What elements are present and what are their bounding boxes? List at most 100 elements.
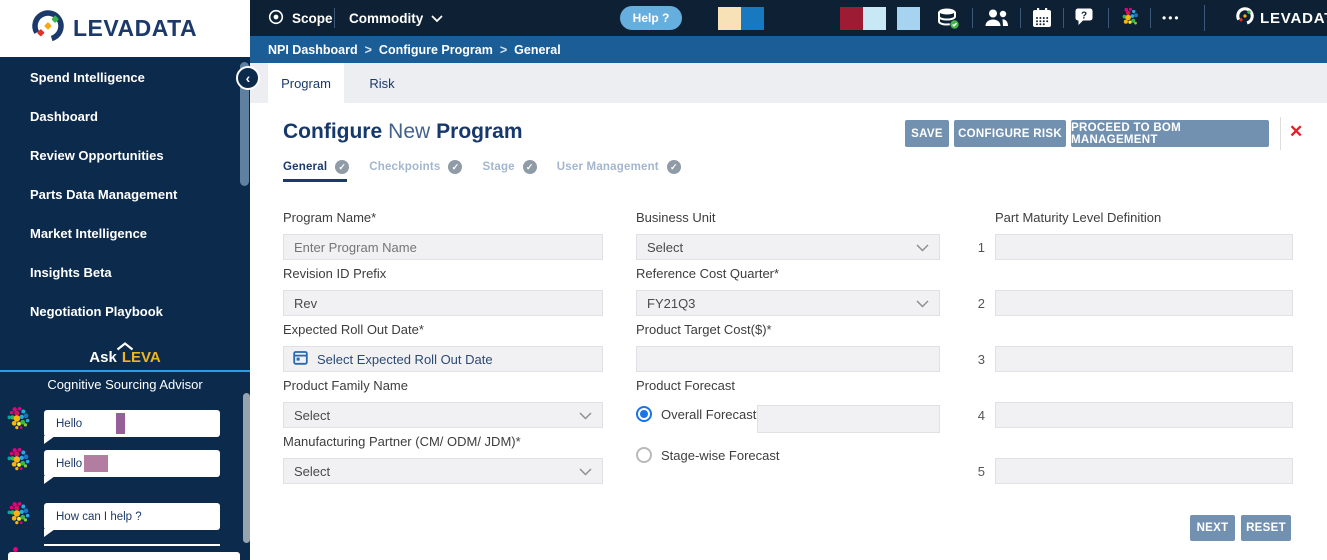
maturity-row-number: 1 [977, 240, 985, 255]
chat-message-bubble: Hello [44, 450, 220, 484]
sidebar-item-parts-data-management[interactable]: Parts Data Management [30, 187, 177, 202]
business-unit-select[interactable]: Select [636, 234, 940, 260]
close-icon[interactable]: ✕ [1289, 122, 1303, 142]
product-family-name-select[interactable]: Select [283, 402, 603, 428]
maturity-level-3-input[interactable] [996, 347, 1292, 371]
overall-forecast-label: Overall Forecast* [661, 406, 762, 422]
tab-program[interactable]: Program [268, 63, 344, 103]
theme-swatch-crimson[interactable] [840, 7, 863, 30]
calendar-icon[interactable] [1031, 7, 1053, 29]
title-new: New [388, 120, 431, 143]
ask-label: Ask [89, 349, 117, 366]
maturity-level-5-wrap [995, 458, 1293, 484]
levadata-logo-icon [30, 8, 66, 49]
sidebar-item-negotiation-playbook[interactable]: Negotiation Playbook [30, 304, 163, 319]
sidebar-collapse-button[interactable]: ‹ [236, 66, 260, 90]
brand-logo[interactable]: LEVADATA [0, 0, 250, 58]
product-family-name-label: Product Family Name [283, 378, 408, 393]
stage-wise-forecast-label: Stage-wise Forecast [661, 447, 780, 463]
maturity-level-4-wrap [995, 402, 1293, 428]
check-circle-icon: ✓ [522, 160, 537, 174]
breadcrumb-general[interactable]: General [514, 43, 561, 57]
manufacturing-partner-select[interactable]: Select [283, 458, 603, 484]
chat-message-text: Hello [56, 457, 83, 470]
sidebar-item-market-intelligence[interactable]: Market Intelligence [30, 226, 147, 241]
page-title: Configure New Program [283, 120, 523, 144]
product-target-cost-field-wrap [636, 346, 940, 372]
partial-chat-bubble [44, 544, 220, 546]
bubble-tail [44, 436, 55, 444]
program-name-field-wrap [283, 234, 603, 260]
leva-avatar-icon [5, 405, 33, 438]
theme-swatch-blue[interactable] [741, 7, 764, 30]
maturity-level-5-input[interactable] [996, 459, 1292, 483]
reset-button[interactable]: RESET [1241, 515, 1291, 541]
sidebar-item-spend-intelligence[interactable]: Spend Intelligence [30, 70, 145, 85]
scope-button[interactable]: Scope [268, 0, 333, 36]
stage-wise-forecast-option[interactable]: Stage-wise Forecast [636, 447, 940, 463]
topbar: Scope Commodity Help ? ? ••• LEVADA [250, 0, 1327, 36]
select-value: Select [294, 407, 331, 423]
topbar-brand-logo: LEVADATA [1235, 0, 1327, 36]
database-status-icon[interactable] [936, 7, 960, 29]
breadcrumb-npi-dashboard[interactable]: NPI Dashboard [268, 43, 358, 57]
expected-roll-out-date-label: Expected Roll Out Date* [283, 322, 424, 337]
step-stage[interactable]: Stage ✓ [482, 160, 537, 174]
proceed-to-bom-management-button[interactable]: PROCEED TO BOM MANAGEMENT [1071, 120, 1269, 147]
divider [1020, 8, 1021, 28]
scope-label: Scope [292, 10, 333, 26]
maturity-level-3-wrap [995, 346, 1293, 372]
sidebar-item-dashboard[interactable]: Dashboard [30, 109, 98, 124]
maturity-level-2-input[interactable] [996, 291, 1292, 315]
chat-input[interactable] [8, 552, 240, 560]
step-label: General [283, 161, 328, 173]
reference-cost-quarter-select[interactable]: FY21Q3 [636, 290, 940, 316]
program-name-input[interactable] [284, 235, 602, 259]
tab-risk[interactable]: Risk [344, 63, 420, 103]
maturity-row-number: 4 [977, 408, 985, 423]
commodity-dropdown[interactable]: Commodity [349, 0, 443, 36]
more-options-icon[interactable]: ••• [1162, 0, 1181, 36]
sidebar-item-review-opportunities[interactable]: Review Opportunities [30, 148, 164, 163]
save-button[interactable]: SAVE [905, 120, 949, 147]
chat-message-bubble: Hello [44, 410, 220, 444]
step-user-management[interactable]: User Management ✓ [557, 160, 681, 174]
next-button[interactable]: NEXT [1190, 515, 1235, 541]
theme-swatch-cream[interactable] [718, 7, 741, 30]
revision-id-prefix-input[interactable] [284, 291, 602, 315]
chat-scrollbar-thumb[interactable] [243, 393, 250, 543]
expected-roll-out-date-picker[interactable]: Select Expected Roll Out Date [283, 346, 603, 372]
part-maturity-label: Part Maturity Level Definition [995, 210, 1162, 225]
theme-swatch-lightblue[interactable] [897, 7, 920, 30]
configure-risk-button[interactable]: CONFIGURE RISK [954, 120, 1066, 147]
users-icon[interactable] [983, 7, 1010, 29]
breadcrumb-separator: > [364, 42, 372, 57]
breadcrumb-configure-program[interactable]: Configure Program [379, 43, 493, 57]
sidebar-item-insights-beta[interactable]: Insights Beta [30, 265, 112, 280]
chat-help-icon[interactable]: ? [1074, 7, 1098, 29]
radio-selected-icon[interactable] [636, 406, 652, 422]
main-content: Configure New Program SAVE CONFIGURE RISK … [250, 103, 1327, 560]
help-button[interactable]: Help ? [620, 6, 682, 30]
step-checkpoints[interactable]: Checkpoints ✓ [369, 160, 463, 174]
theme-swatch-paleblue[interactable] [863, 7, 886, 30]
bubble-tail [44, 529, 55, 537]
chat-message-bubble: How can I help ? [44, 503, 220, 537]
date-placeholder: Select Expected Roll Out Date [317, 351, 493, 367]
chat-message-text: How can I help ? [56, 510, 142, 523]
overall-forecast-input[interactable] [758, 406, 939, 432]
maturity-level-1-input[interactable] [996, 235, 1292, 259]
brand-name: LEVADATA [73, 15, 198, 41]
leva-avatar-icon [5, 500, 33, 533]
divider [1280, 117, 1281, 150]
leva-assistant-icon[interactable] [1118, 7, 1142, 29]
commodity-label: Commodity [349, 10, 424, 26]
maturity-level-4-input[interactable] [996, 403, 1292, 427]
step-general[interactable]: General ✓ [283, 160, 350, 174]
step-label: Checkpoints [369, 161, 441, 173]
help-label: Help ? [632, 11, 670, 25]
redacted-content-block [116, 413, 126, 434]
product-target-cost-input[interactable] [637, 347, 939, 371]
leva-label: LEVA [121, 349, 161, 366]
radio-unselected-icon[interactable] [636, 447, 652, 463]
